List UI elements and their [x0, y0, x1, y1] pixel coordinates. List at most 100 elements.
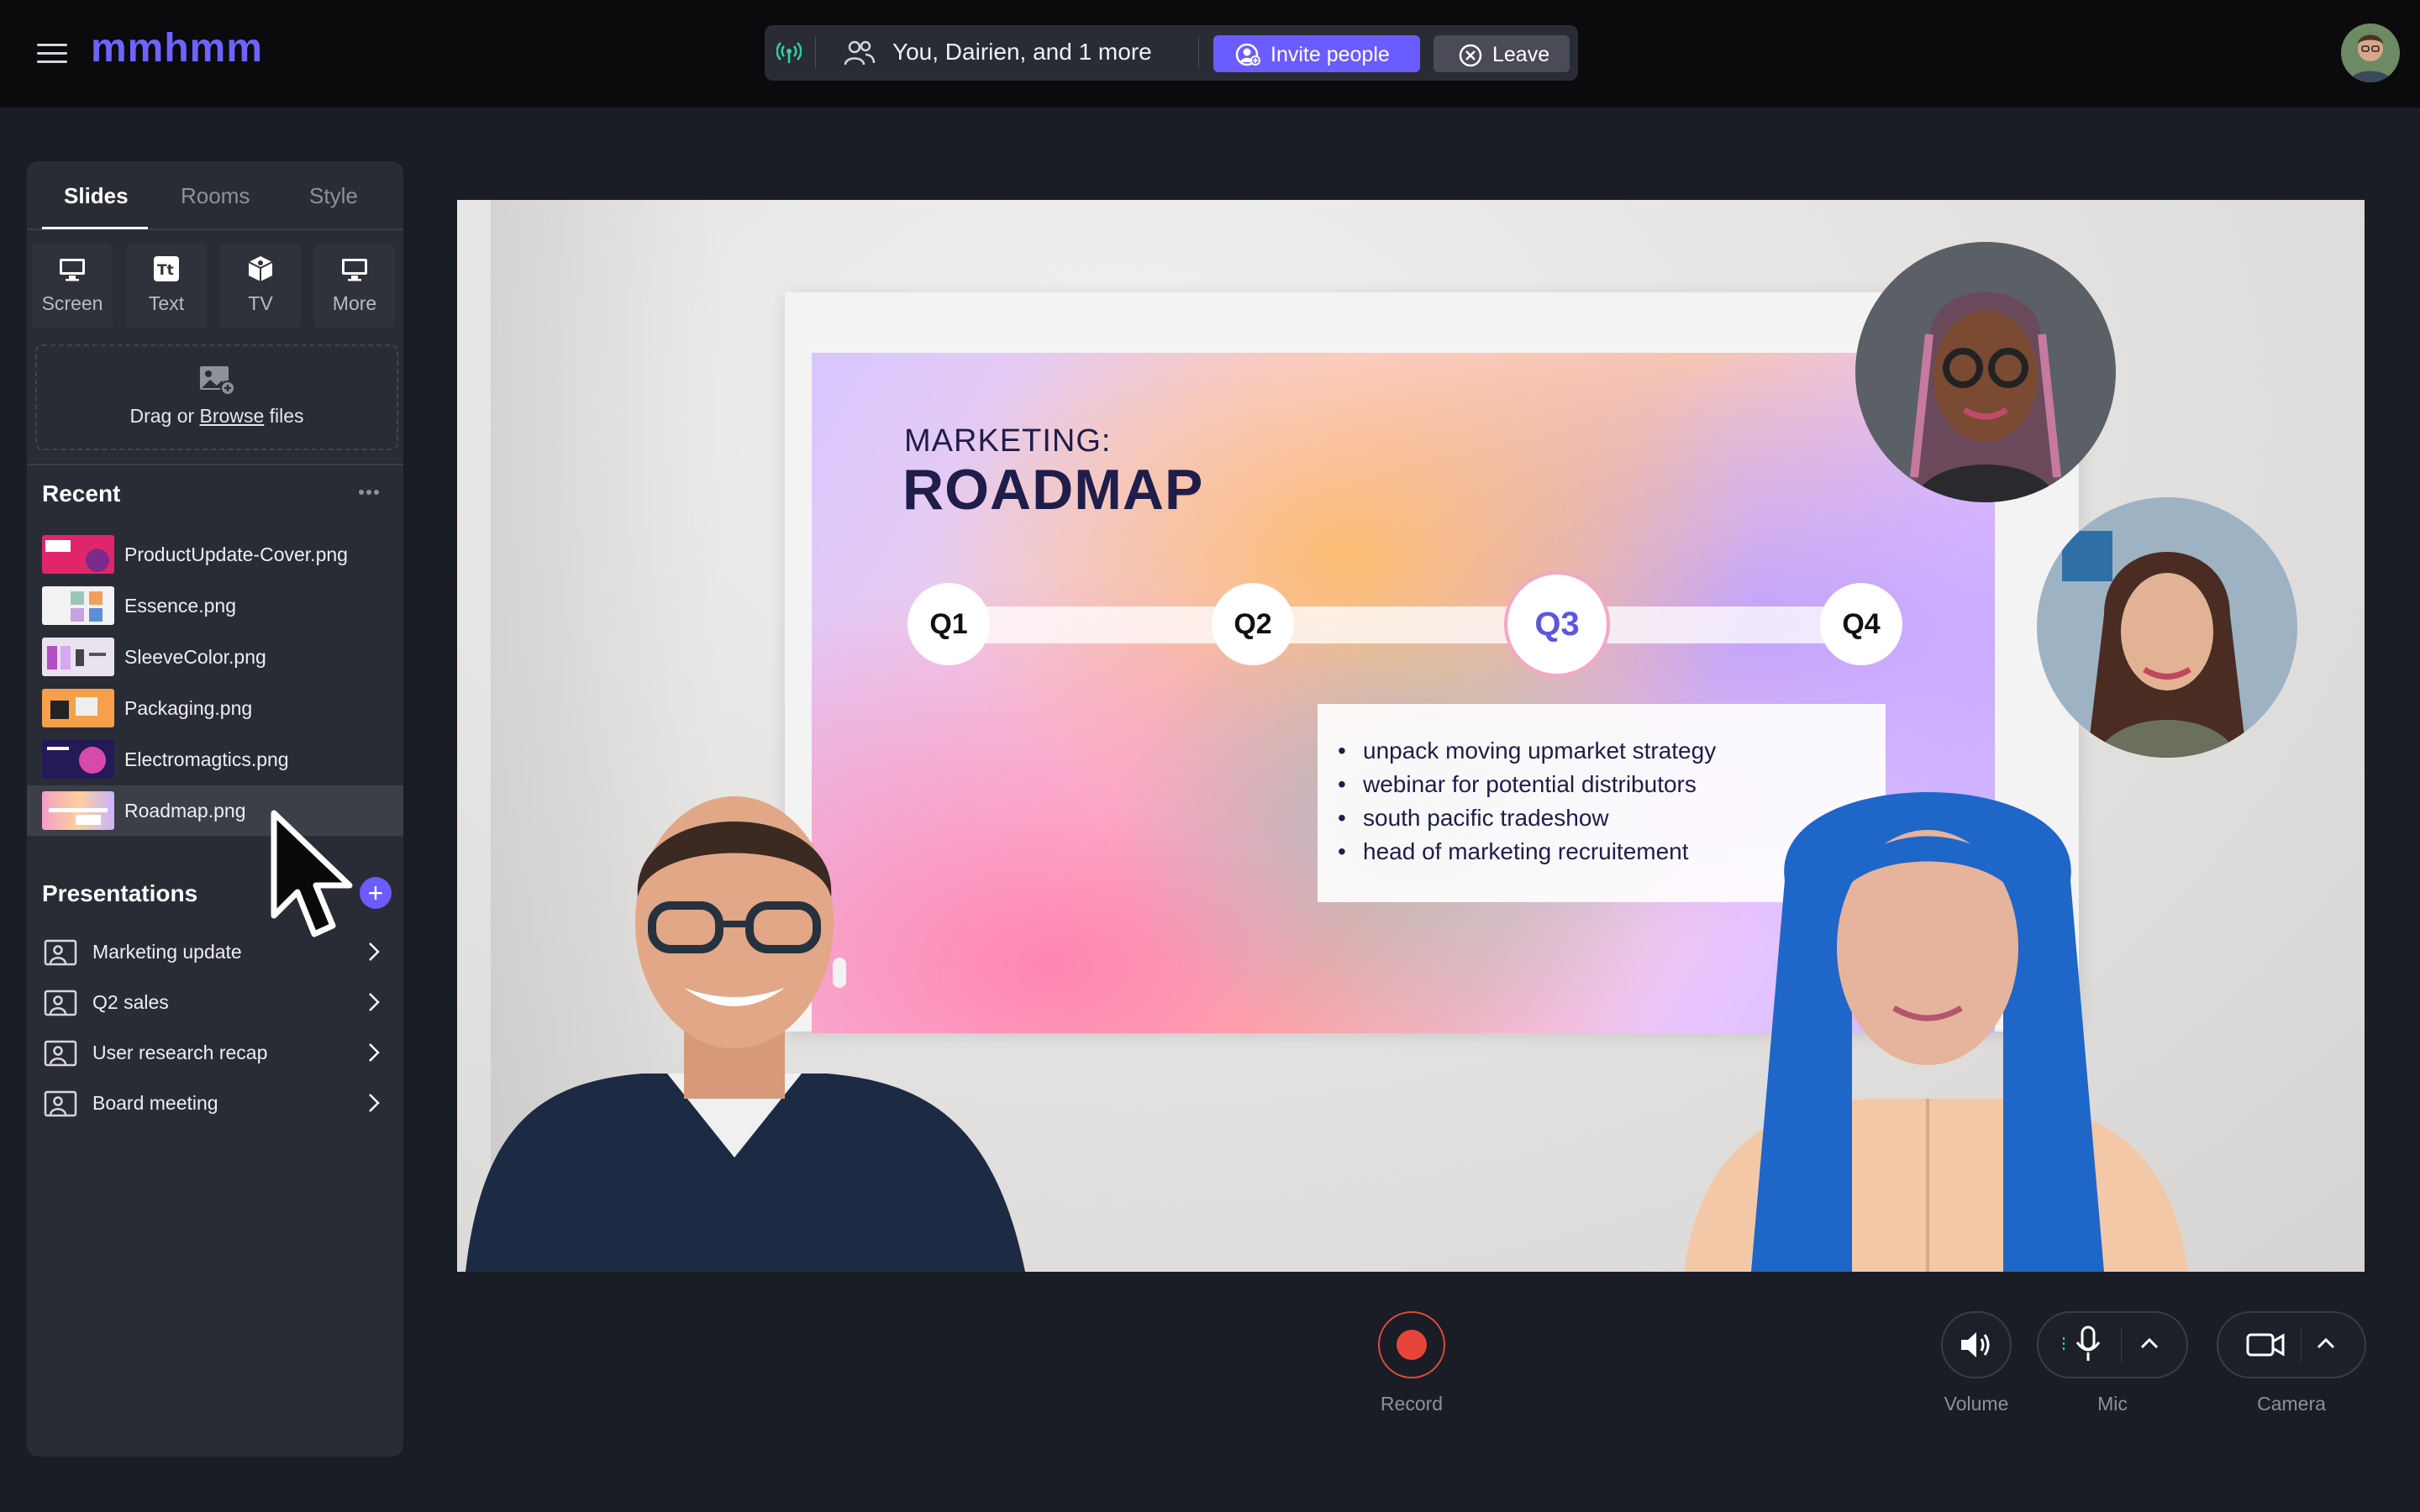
recent-item-name: Packaging.png [124, 697, 253, 719]
mouse-cursor-icon [271, 810, 353, 937]
presenter-video[interactable] [457, 763, 1045, 1272]
monitor-icon [342, 259, 367, 281]
file-thumbnail [42, 638, 114, 676]
tab-slides[interactable]: Slides [64, 183, 129, 209]
quarter-marker: Q2 [1212, 583, 1294, 665]
presentation-icon [44, 1040, 77, 1067]
presentation-icon [44, 990, 77, 1016]
quarter-marker-active: Q3 [1504, 571, 1610, 677]
recent-item[interactable]: ProductUpdate-Cover.png [27, 529, 403, 580]
chevron-right-icon [369, 1094, 380, 1112]
recent-title: Recent [42, 480, 121, 507]
camera-icon[interactable] [2245, 1331, 2286, 1359]
camera-label: Camera [2257, 1393, 2326, 1415]
recent-item[interactable]: Essence.png [27, 580, 403, 631]
broadcast-signal-icon [776, 42, 802, 63]
tool-text-label: Text [148, 292, 185, 314]
participant-camera-bubble[interactable] [2037, 497, 2297, 758]
presentation-icon [44, 1090, 77, 1117]
tool-screen[interactable]: Screen [32, 244, 113, 328]
presentation-icon [44, 939, 77, 966]
presentation-item[interactable]: Board meeting [27, 1080, 403, 1127]
presentation-name: Marketing update [92, 941, 242, 963]
browse-link[interactable]: Browse [200, 405, 265, 427]
presenter-video[interactable] [1650, 754, 2222, 1272]
presentation-name: Q2 sales [92, 991, 169, 1013]
leave-button[interactable]: Leave [1434, 35, 1570, 72]
tab-style[interactable]: Style [309, 183, 358, 209]
volume-speaker-icon[interactable] [1958, 1329, 1995, 1361]
timeline-track [938, 606, 1870, 643]
file-dropzone[interactable]: Drag or Browse files [35, 344, 398, 450]
quarter-marker: Q4 [1820, 583, 1902, 665]
monitor-icon [60, 259, 85, 281]
dropzone-prefix: Drag or [129, 405, 200, 427]
tool-tv-label: TV [248, 292, 273, 314]
mic-options-chevron-up-icon[interactable] [2139, 1336, 2160, 1351]
mic-control [2037, 1311, 2188, 1378]
add-presentation-button[interactable]: + [360, 877, 392, 909]
presentation-item[interactable]: User research recap [27, 1030, 403, 1077]
camera-control [2217, 1311, 2366, 1378]
panel-tabs: Slides Rooms Style [27, 161, 403, 230]
file-thumbnail [42, 586, 114, 625]
slide-title: ROADMAP [902, 458, 1204, 522]
presentation-name: Board meeting [92, 1092, 218, 1114]
tool-more[interactable]: More [314, 244, 395, 328]
cube-icon [248, 256, 273, 281]
text-icon: Tt [154, 256, 179, 281]
bullet-item: south pacific tradeshow [1338, 805, 1609, 832]
microphone-icon[interactable] [2060, 1326, 2111, 1364]
participant-camera-bubble[interactable] [1855, 242, 2116, 502]
divider [815, 37, 816, 69]
recent-item[interactable]: Electromagtics.png [27, 734, 403, 785]
file-thumbnail [42, 689, 114, 727]
chevron-right-icon [369, 1043, 380, 1062]
divider [2301, 1327, 2302, 1362]
chevron-right-icon [369, 993, 380, 1011]
divider [27, 464, 403, 465]
more-options-icon[interactable] [356, 486, 381, 499]
presentation-name: User research recap [92, 1042, 268, 1063]
recent-item-name: Roadmap.png [124, 800, 246, 822]
divider [2121, 1327, 2122, 1362]
invite-people-button[interactable]: Invite people [1213, 35, 1420, 72]
recent-item[interactable]: Packaging.png [27, 683, 403, 733]
tool-text[interactable]: Tt Text [126, 244, 207, 328]
presentation-item[interactable]: Q2 sales [27, 979, 403, 1026]
chevron-right-icon [369, 942, 380, 961]
participants-label[interactable]: You, Dairien, and 1 more [892, 39, 1152, 66]
recent-item-name: SleeveColor.png [124, 646, 266, 668]
tool-more-label: More [332, 292, 377, 314]
dropzone-text: Drag or Browse files [37, 405, 397, 428]
plus-icon: + [367, 878, 384, 908]
record-label: Record [1380, 1393, 1444, 1415]
invite-people-label: Invite people [1270, 43, 1390, 66]
file-thumbnail [42, 740, 114, 779]
dropzone-suffix: files [264, 405, 304, 427]
top-bar: mmhmm You, Dairien, and 1 more Invite pe… [0, 0, 2420, 108]
bullet-item: webinar for potential distributors [1338, 771, 1697, 798]
hamburger-menu-icon[interactable] [37, 42, 71, 66]
volume-label: Volume [1944, 1393, 2009, 1415]
tool-tv[interactable]: TV [220, 244, 301, 328]
tab-rooms[interactable]: Rooms [181, 183, 250, 209]
user-avatar[interactable] [2341, 24, 2400, 82]
tool-screen-label: Screen [41, 292, 103, 314]
divider [1198, 37, 1199, 69]
close-circle-icon [1459, 44, 1482, 67]
call-status-bar: You, Dairien, and 1 more Invite people L… [765, 25, 1578, 81]
record-button[interactable] [1378, 1311, 1445, 1378]
quarter-marker: Q1 [908, 583, 990, 665]
slide-kicker: MARKETING: [904, 423, 1112, 459]
recent-item-name: ProductUpdate-Cover.png [124, 543, 348, 565]
recent-item[interactable]: SleeveColor.png [27, 632, 403, 682]
recent-item-name: Essence.png [124, 595, 236, 617]
file-thumbnail [42, 535, 114, 574]
camera-options-chevron-up-icon[interactable] [2316, 1336, 2336, 1351]
recent-item-name: Electromagtics.png [124, 748, 289, 770]
people-icon [844, 40, 876, 66]
file-thumbnail [42, 791, 114, 830]
leave-label: Leave [1492, 43, 1550, 66]
svg-text:Tt: Tt [157, 262, 174, 279]
